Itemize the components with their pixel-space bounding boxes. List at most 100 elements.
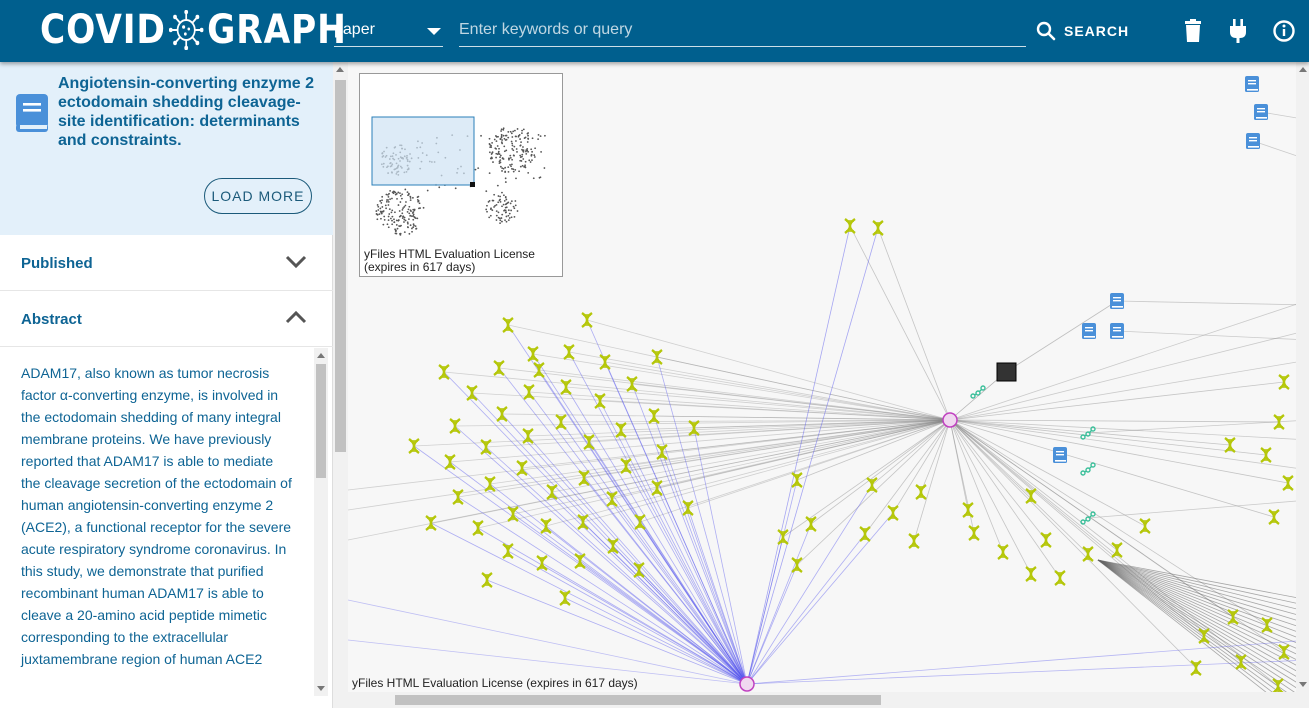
- load-more-button[interactable]: LOAD MORE: [204, 178, 312, 214]
- search-input[interactable]: [459, 14, 1026, 47]
- gene-node[interactable]: [541, 519, 551, 533]
- viewport-rectangle[interactable]: [372, 117, 474, 185]
- gene-node[interactable]: [867, 478, 877, 492]
- gene-node[interactable]: [860, 527, 870, 541]
- license-text: yFiles HTML Evaluation License (expires …: [352, 676, 638, 690]
- gene-node[interactable]: [560, 591, 570, 605]
- paper-node[interactable]: [1110, 293, 1124, 309]
- gene-node[interactable]: [547, 485, 557, 499]
- scroll-up-arrow-icon[interactable]: [317, 353, 325, 358]
- gene-node[interactable]: [652, 350, 662, 364]
- gene-node[interactable]: [792, 473, 802, 487]
- gene-node[interactable]: [1262, 618, 1272, 632]
- gene-node[interactable]: [963, 503, 973, 517]
- book-icon: [14, 92, 50, 134]
- published-section-header[interactable]: Published: [0, 235, 333, 291]
- gene-node[interactable]: [453, 490, 463, 504]
- gene-node[interactable]: [503, 544, 513, 558]
- app-logo[interactable]: COVID GRAPH: [40, 8, 347, 52]
- abstract-scroll-thumb[interactable]: [316, 364, 326, 478]
- gene-node[interactable]: [792, 558, 802, 572]
- gene-node[interactable]: [1228, 610, 1238, 624]
- gene-node[interactable]: [485, 477, 495, 491]
- gene-node[interactable]: [916, 485, 926, 499]
- published-label: Published: [21, 255, 93, 272]
- gene-node[interactable]: [564, 345, 574, 359]
- gene-node[interactable]: [503, 318, 513, 332]
- paper-node[interactable]: [1082, 323, 1096, 339]
- gene-node[interactable]: [1026, 489, 1036, 503]
- gene-node[interactable]: [473, 521, 483, 535]
- graph-horizontal-scroll-thumb[interactable]: [395, 695, 881, 705]
- gene-node[interactable]: [1083, 547, 1093, 561]
- trash-icon[interactable]: [1181, 18, 1205, 44]
- graph-horizontal-scrollbar[interactable]: [348, 692, 1309, 708]
- paper-node[interactable]: [1246, 133, 1260, 149]
- graph-overview-minimap[interactable]: yFiles HTML Evaluation License (expires …: [359, 73, 563, 277]
- gene-node[interactable]: [528, 347, 538, 361]
- chevron-up-icon: [285, 309, 307, 325]
- logo-text-left: COVID: [40, 7, 166, 53]
- abstract-scrollbar[interactable]: [314, 348, 328, 696]
- node-type-select[interactable]: paper: [334, 14, 443, 47]
- gene-node[interactable]: [683, 501, 693, 515]
- gene-node[interactable]: [1283, 476, 1293, 490]
- gene-node[interactable]: [778, 530, 788, 544]
- gene-node[interactable]: [1041, 533, 1051, 547]
- graph-left-scrollbar[interactable]: [333, 62, 348, 708]
- paper-node[interactable]: [1110, 323, 1124, 339]
- disease-hub-node[interactable]: [740, 677, 754, 691]
- gene-node[interactable]: [578, 515, 588, 529]
- abstract-section-header[interactable]: Abstract: [0, 291, 333, 347]
- selected-node[interactable]: [997, 363, 1016, 381]
- graph-left-scroll-thumb[interactable]: [335, 80, 346, 452]
- scroll-up-arrow-icon[interactable]: [1299, 67, 1307, 72]
- gene-node[interactable]: [482, 573, 492, 587]
- pathway-node[interactable]: [1081, 463, 1095, 475]
- gene-node[interactable]: [909, 534, 919, 548]
- overview-graph[interactable]: [360, 74, 562, 244]
- details-panel: Angiotensin-converting enzyme 2 ectodoma…: [0, 62, 333, 708]
- scroll-down-arrow-icon[interactable]: [1299, 682, 1307, 687]
- gene-node[interactable]: [1112, 543, 1122, 557]
- gene-node[interactable]: [1269, 510, 1279, 524]
- info-icon[interactable]: [1272, 18, 1296, 44]
- gene-node[interactable]: [969, 526, 979, 540]
- gene-node[interactable]: [873, 221, 883, 235]
- gene-node[interactable]: [600, 355, 610, 369]
- paper-title: Angiotensin-converting enzyme 2 ectodoma…: [58, 74, 320, 150]
- paper-node[interactable]: [1245, 76, 1259, 92]
- disease-hub-node[interactable]: [943, 413, 957, 427]
- gene-node[interactable]: [888, 506, 898, 520]
- gene-node[interactable]: [806, 517, 816, 531]
- scroll-up-arrow-icon[interactable]: [336, 67, 344, 72]
- gene-node[interactable]: [634, 563, 644, 577]
- logo-text-right: GRAPH: [207, 7, 347, 53]
- chevron-down-icon: [285, 253, 307, 269]
- gene-node[interactable]: [998, 545, 1008, 559]
- search-button[interactable]: SEARCH: [1036, 16, 1129, 46]
- gene-node[interactable]: [1055, 571, 1065, 585]
- paper-node[interactable]: [1053, 447, 1067, 463]
- gene-node[interactable]: [1199, 629, 1209, 643]
- gene-node[interactable]: [494, 361, 504, 375]
- scroll-down-arrow-icon[interactable]: [317, 686, 325, 691]
- graph-canvas[interactable]: yFiles HTML Evaluation License (expires …: [333, 62, 1309, 708]
- caret-down-icon: [427, 28, 441, 35]
- paper-node[interactable]: [1254, 104, 1268, 120]
- gene-node[interactable]: [582, 313, 592, 327]
- gene-node[interactable]: [1273, 679, 1283, 693]
- gene-node[interactable]: [1191, 661, 1201, 675]
- gene-node[interactable]: [575, 554, 585, 568]
- plug-icon[interactable]: [1226, 18, 1250, 44]
- app-root: COVID GRAPH paper Enter keywords or quer…: [0, 0, 1309, 708]
- gene-node[interactable]: [1026, 567, 1036, 581]
- gene-node[interactable]: [635, 515, 645, 529]
- virus-icon: [169, 10, 203, 50]
- gene-node[interactable]: [534, 363, 544, 377]
- gene-node[interactable]: [845, 219, 855, 233]
- graph-right-scrollbar[interactable]: [1296, 62, 1309, 692]
- gene-node[interactable]: [621, 459, 631, 473]
- viewport-resize-handle[interactable]: [470, 182, 475, 187]
- gene-node[interactable]: [1140, 519, 1150, 533]
